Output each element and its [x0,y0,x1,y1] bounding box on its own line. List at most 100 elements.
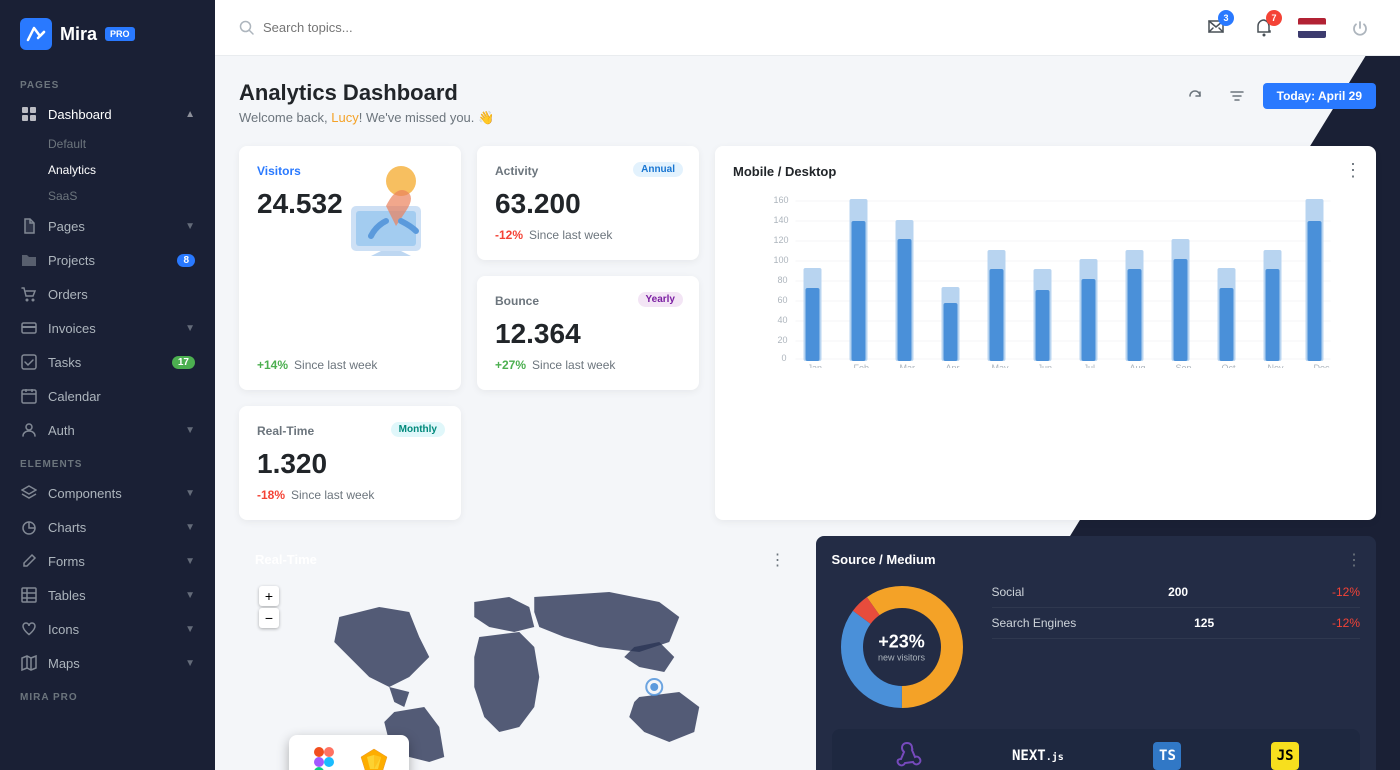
javascript-logo: JS [1271,742,1299,770]
visitors-footer: +14% Since last week [257,358,377,372]
sidebar-item-tables[interactable]: Tables ▼ [0,578,215,612]
sidebar-item-projects[interactable]: Projects 8 [0,243,215,277]
page-header: Analytics Dashboard Welcome back, Lucy! … [239,80,1376,126]
page-content: Analytics Dashboard Welcome back, Lucy! … [215,56,1400,770]
notifications-button[interactable]: 7 [1248,12,1280,44]
source-search-value: 125 [1194,616,1214,630]
source-social-name: Social [992,585,1025,599]
map-icon [20,654,38,672]
page-title: Analytics Dashboard [239,80,494,106]
svg-text:60: 60 [778,295,788,305]
sidebar: Mira PRO PAGES Dashboard ▲ Default Analy… [0,0,215,770]
visitors-illustration [331,156,451,266]
search-icon [239,20,255,36]
sidebar-item-auth[interactable]: Auth ▼ [0,413,215,447]
donut-label: new visitors [878,653,925,663]
chevron-icon: ▲ [185,109,195,120]
activity-badge: Annual [633,162,683,177]
pro-badge: PRO [105,27,135,41]
sidebar-item-invoices[interactable]: Invoices ▼ [0,311,215,345]
nextjs-logo: NEXT.js [1012,748,1064,764]
refresh-button[interactable] [1179,80,1211,112]
realtime-note: Since last week [291,488,374,502]
sidebar-sub-analytics[interactable]: Analytics [0,157,215,183]
maps-label: Maps [48,656,175,671]
zoom-in-button[interactable]: + [259,586,279,606]
heart-icon [20,620,38,638]
source-more-button[interactable]: ⋮ [1346,550,1362,570]
subtitle-name: Lucy [331,110,358,125]
bounce-change: +27% [495,358,526,372]
svg-text:100: 100 [774,255,789,265]
mobile-desktop-chart: Mobile / Desktop ⋮ 160 140 120 100 80 60… [715,146,1376,520]
messages-badge: 3 [1218,10,1234,26]
messages-button[interactable]: 3 [1200,12,1232,44]
page-subtitle: Welcome back, Lucy! We've missed you. 👋 [239,110,494,126]
sidebar-item-components[interactable]: Components ▼ [0,476,215,510]
source-row-search: Search Engines 125 -12% [992,608,1361,639]
visitors-note: Since last week [294,358,377,372]
sidebar-sub-default[interactable]: Default [0,131,215,157]
svg-text:20: 20 [778,335,788,345]
search-input[interactable] [263,20,463,35]
charts-label: Charts [48,520,175,535]
chevron-maps-icon: ▼ [185,658,195,669]
auth-label: Auth [48,423,175,438]
dashboard-label: Dashboard [48,107,175,122]
donut-percentage: +23% [878,632,925,653]
filter-button[interactable] [1221,80,1253,112]
sidebar-item-icons[interactable]: Icons ▼ [0,612,215,646]
subtitle-post: ! We've missed you. 👋 [359,110,494,125]
header-actions: Today: April 29 [1179,80,1376,112]
sidebar-item-orders[interactable]: Orders [0,277,215,311]
calendar-label: Calendar [48,389,195,404]
power-button[interactable] [1344,12,1376,44]
chart-more-button[interactable]: ⋮ [1344,160,1362,181]
sidebar-item-tasks[interactable]: Tasks 17 [0,345,215,379]
map-more-button[interactable]: ⋮ [770,550,786,570]
zoom-out-button[interactable]: − [259,608,279,628]
sidebar-item-maps[interactable]: Maps ▼ [0,646,215,680]
source-row-social: Social 200 -12% [992,577,1361,608]
activity-footer: -12% Since last week [495,228,681,242]
realtime-map-title: Real-Time [255,552,784,567]
svg-text:Jul: Jul [1084,363,1096,368]
svg-text:120: 120 [774,235,789,245]
donut-chart: +23% new visitors [832,577,972,717]
realtime-badge: Monthly [391,422,445,437]
date-button[interactable]: Today: April 29 [1263,83,1376,109]
chevron-tables-icon: ▼ [185,590,195,601]
sidebar-item-charts[interactable]: Charts ▼ [0,510,215,544]
realtime-change: -18% [257,488,285,502]
sidebar-item-forms[interactable]: Forms ▼ [0,544,215,578]
flag-button[interactable] [1296,12,1328,44]
forms-label: Forms [48,554,175,569]
file-icon [20,217,38,235]
activity-change: -12% [495,228,523,242]
projects-badge: 8 [177,254,195,267]
folder-icon [20,251,38,269]
creditcard-icon [20,319,38,337]
section-elements: ELEMENTS [0,447,215,476]
svg-text:40: 40 [778,315,788,325]
tech-logos-dark-card: NEXT.js TS JS [832,729,1361,770]
components-label: Components [48,486,175,501]
edit-icon [20,552,38,570]
visitors-change: +14% [257,358,288,372]
bounce-value: 12.364 [495,318,681,350]
invoices-label: Invoices [48,321,175,336]
svg-text:Oct: Oct [1222,363,1237,368]
grid-icon [20,105,38,123]
source-medium-card: Source / Medium ⋮ [816,536,1377,770]
chevron-auth-icon: ▼ [185,425,195,436]
bounce-card: Yearly Bounce 12.364 +27% Since last wee… [477,276,699,390]
chevron-forms-icon: ▼ [185,556,195,567]
sidebar-item-pages[interactable]: Pages ▼ [0,209,215,243]
main-content: 3 7 Analytics Dashboard [215,0,1400,770]
sidebar-sub-saas[interactable]: SaaS [0,183,215,209]
subtitle-pre: Welcome back, [239,110,331,125]
topbar: 3 7 [215,0,1400,56]
sidebar-item-calendar[interactable]: Calendar [0,379,215,413]
sidebar-item-dashboard[interactable]: Dashboard ▲ [0,97,215,131]
bounce-note: Since last week [532,358,615,372]
